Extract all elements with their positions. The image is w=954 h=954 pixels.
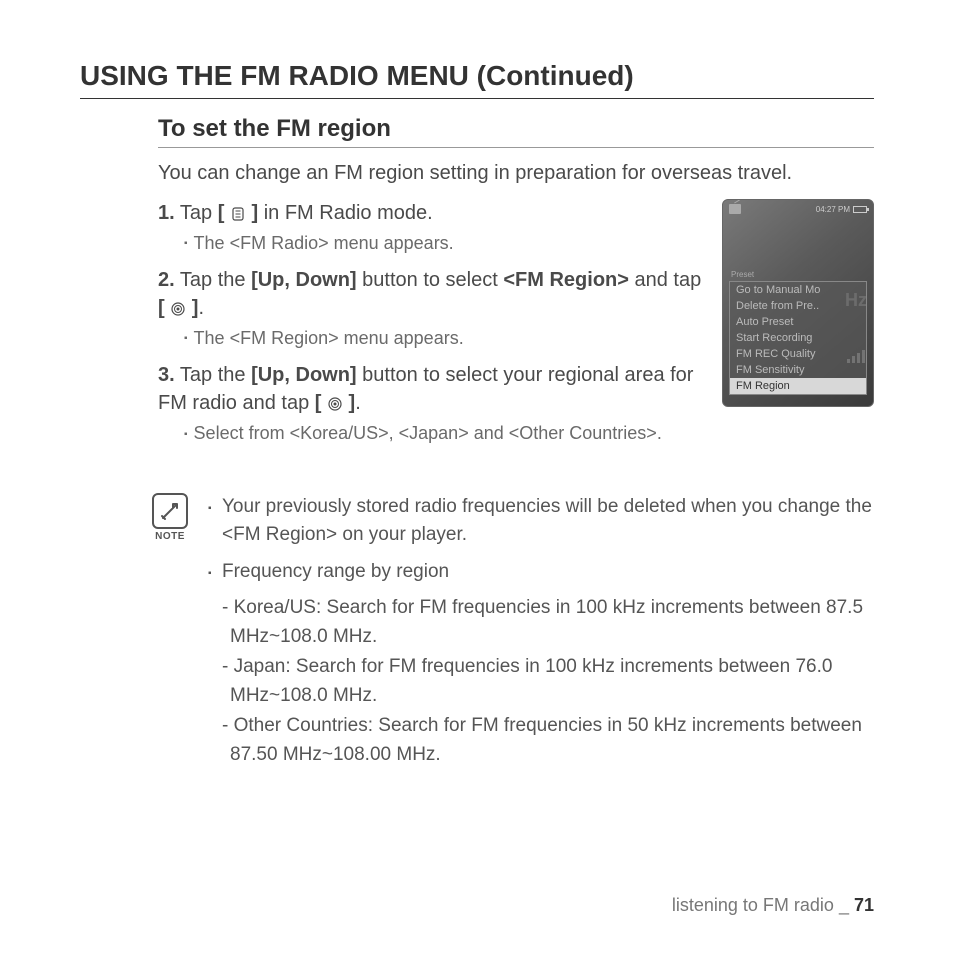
device-screenshot: 04:27 PM Preset Hz Go to Manual MoDelete…: [722, 199, 874, 407]
bold-text: [Up, Down]: [251, 364, 357, 386]
select-icon: [170, 301, 186, 317]
step-number: 2.: [158, 269, 175, 291]
step-text: in FM Radio mode.: [258, 202, 433, 224]
region-line: - Other Countries: Search for FM frequen…: [208, 712, 874, 769]
bold-bracket: ]: [246, 202, 258, 224]
intro-text: You can change an FM region setting in p…: [158, 162, 874, 185]
bold-text: [Up, Down]: [251, 269, 357, 291]
step-text: Tap: [180, 202, 218, 224]
device-menu-item: Start Recording: [730, 330, 866, 346]
bold-bracket: [: [158, 297, 170, 319]
page-title: USING THE FM RADIO MENU (Continued): [80, 60, 874, 99]
step-text: Tap the: [180, 269, 251, 291]
section-title: To set the FM region: [158, 115, 874, 148]
step-sub: Select from <Korea/US>, <Japan> and <Oth…: [158, 421, 704, 446]
page-number: 71: [854, 895, 874, 915]
page-footer: listening to FM radio _ 71: [672, 895, 874, 916]
bold-text: <FM Region>: [503, 269, 629, 291]
device-menu: Go to Manual MoDelete from Pre..Auto Pre…: [729, 281, 867, 395]
radio-icon: [729, 204, 741, 214]
note-item: Frequency range by region: [208, 558, 874, 587]
device-menu-item: Auto Preset: [730, 314, 866, 330]
select-icon: [327, 396, 343, 412]
note-icon: [152, 493, 188, 529]
device-menu-item: FM REC Quality: [730, 346, 866, 362]
step-number: 1.: [158, 202, 175, 224]
step-text: .: [355, 392, 361, 414]
bold-bracket: ]: [343, 392, 355, 414]
note-item: Your previously stored radio frequencies…: [208, 493, 874, 550]
menu-icon: [230, 206, 246, 222]
note-label: NOTE: [150, 531, 190, 542]
step-text: Tap the: [180, 364, 251, 386]
step-1: 1. Tap [ ] in FM Radio mode. The <FM Rad…: [158, 199, 704, 256]
bold-bracket: ]: [186, 297, 198, 319]
device-time: 04:27 PM: [816, 205, 850, 214]
preset-label: Preset: [723, 218, 873, 281]
step-text: and tap: [629, 269, 701, 291]
step-text: button to select: [357, 269, 504, 291]
bold-bracket: [: [218, 202, 230, 224]
device-menu-item: Delete from Pre..: [730, 298, 866, 314]
note-header: Frequency range by region: [222, 561, 449, 582]
battery-icon: [853, 206, 867, 213]
device-menu-item: FM Sensitivity: [730, 362, 866, 378]
bold-bracket: [: [315, 392, 327, 414]
region-line: - Japan: Search for FM frequencies in 10…: [208, 653, 874, 710]
footer-text: listening to FM radio _: [672, 895, 854, 915]
region-line: - Korea/US: Search for FM frequencies in…: [208, 594, 874, 651]
step-3: 3. Tap the [Up, Down] button to select y…: [158, 361, 704, 446]
step-sub: The <FM Radio> menu appears.: [158, 231, 704, 256]
step-2: 2. Tap the [Up, Down] button to select <…: [158, 266, 704, 351]
step-sub: The <FM Region> menu appears.: [158, 326, 704, 351]
step-text: .: [198, 297, 204, 319]
device-menu-item: FM Region: [730, 378, 866, 394]
device-menu-item: Go to Manual Mo: [730, 282, 866, 298]
step-number: 3.: [158, 364, 175, 386]
